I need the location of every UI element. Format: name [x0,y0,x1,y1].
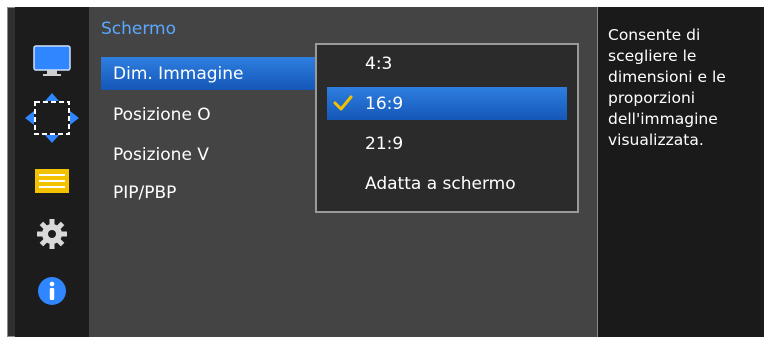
gear-icon[interactable] [37,219,67,249]
help-panel: Consente di scegliere le dimensioni e le… [597,7,764,337]
checkmark-icon [333,94,353,112]
menu-item-label: Posizione V [113,144,209,165]
menu-item-label: Posizione O [113,104,211,125]
menu-item-label: PIP/PBP [113,182,177,203]
option-adatta-a-schermo[interactable]: Adatta a schermo [327,167,567,200]
option-label: 16:9 [365,93,404,114]
sidebar [15,7,89,337]
menu-item-label: Dim. Immagine [113,63,244,84]
help-text: Consente di scegliere le dimensioni e le… [608,26,726,149]
option-label: Adatta a schermo [365,173,516,194]
section-title: Schermo [101,19,177,39]
option-label: 4:3 [365,53,393,74]
info-icon[interactable] [37,276,67,306]
option-label: 21:9 [365,133,404,154]
picture-size-icon[interactable] [25,93,79,143]
option-16-9[interactable]: 16:9 [327,87,567,120]
menu-list-icon[interactable] [35,169,69,193]
option-21-9[interactable]: 21:9 [327,127,567,160]
aspect-ratio-popup: 4:3 16:9 21:9 Adatta a schermo [315,43,579,213]
monitor-icon[interactable] [33,45,71,77]
option-4-3[interactable]: 4:3 [327,47,567,80]
